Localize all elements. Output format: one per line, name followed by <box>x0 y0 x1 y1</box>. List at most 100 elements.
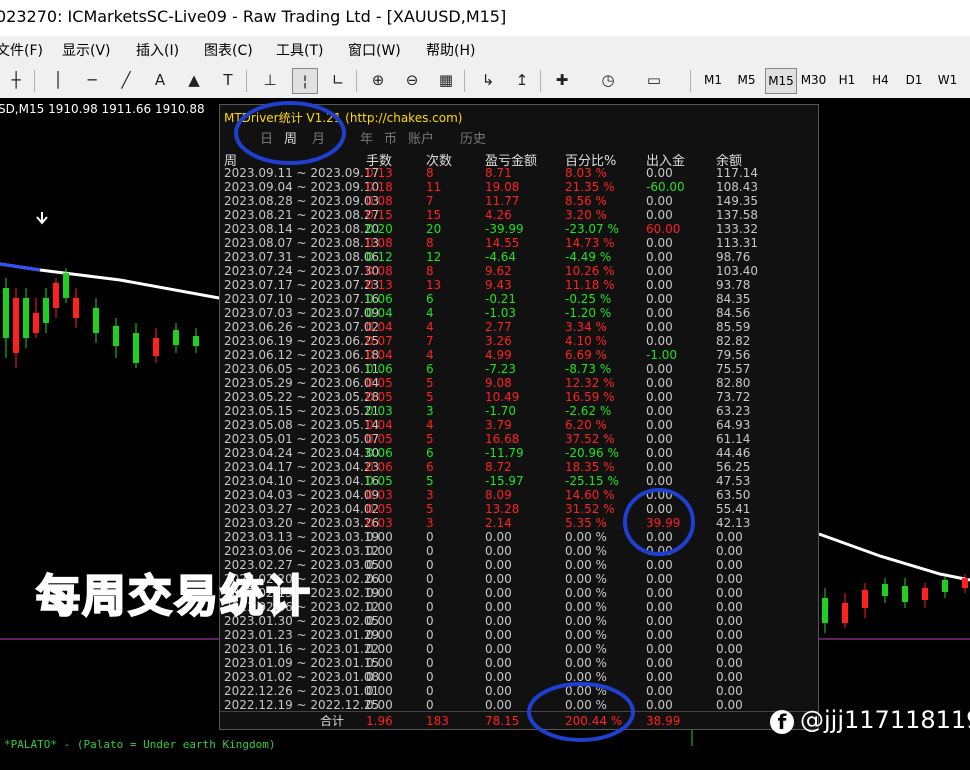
menu-item[interactable]: 工具(T) <box>276 40 323 60</box>
cell-pct: 0.00 % <box>565 530 607 544</box>
cell-trades: 5 <box>426 376 434 390</box>
cell-io: 0.00 <box>646 586 673 600</box>
menu-item[interactable]: 显示(V) <box>62 40 111 60</box>
cell-pct: 10.26 % <box>565 264 615 278</box>
templates-icon[interactable]: ▭ <box>642 68 666 92</box>
cell-trades: 8 <box>426 264 434 278</box>
zoom-out-icon[interactable]: ⊖ <box>400 68 424 92</box>
menu-bar: 文件(F) 显示(V) 插入(I) 图表(C) 工具(T) 窗口(W) 帮助(H) <box>0 36 970 62</box>
table-row: 2023.03.27 ~ 2023.04.02 0.05 5 13.28 31.52 %… <box>220 502 818 516</box>
timeframe-button-h4[interactable]: H4 <box>866 68 896 92</box>
cell-pct: 0.00 % <box>565 684 607 698</box>
tile-windows-icon[interactable]: ▦ <box>434 68 458 92</box>
timeframe-button-m15[interactable]: M15 <box>765 68 797 94</box>
cell-trades: 0 <box>426 558 434 572</box>
cell-io: 0.00 <box>646 488 673 502</box>
indicators-icon[interactable]: ✚ <box>550 68 574 92</box>
toolbar: ┼ │ ─ ╱ A ▲ T ⊥ ¦ ∟ ⊕ ⊖ ▦ ↳ ↥ ✚ ◷ ▭ M1 M5… <box>0 62 970 99</box>
cell-week: 2023.05.01 ~ 2023.05.07 <box>224 432 380 446</box>
table-row: 2023.07.10 ~ 2023.07.16 0.06 6 -0.21 -0.25 %… <box>220 292 818 306</box>
cell-trades: 8 <box>426 236 434 250</box>
timeframe-button-m5[interactable]: M5 <box>732 68 762 92</box>
table-row: 2023.01.09 ~ 2023.01.15 0.00 0 0.00 0.00 % 0.… <box>220 656 818 670</box>
panel-tab[interactable]: 年 <box>360 128 373 147</box>
cell-week: 2023.07.24 ~ 2023.07.30 <box>224 264 380 278</box>
timeframe-button-d1[interactable]: D1 <box>899 68 929 92</box>
cell-io: 0.00 <box>646 376 673 390</box>
cell-week: 2022.12.26 ~ 2023.01.01 <box>224 684 380 698</box>
panel-tab[interactable]: 历史 <box>460 128 486 147</box>
menu-item[interactable]: 帮助(H) <box>426 40 475 60</box>
menu-item[interactable]: 文件(F) <box>0 40 43 60</box>
menu-item[interactable]: 图表(C) <box>204 40 253 60</box>
cell-trades: 0 <box>426 586 434 600</box>
panel-tab[interactable]: 日 <box>260 128 273 147</box>
cell-trades: 0 <box>426 572 434 586</box>
cell-pnl: 0.00 <box>485 670 512 684</box>
cell-trades: 0 <box>426 656 434 670</box>
cell-week: 2023.04.17 ~ 2023.04.23 <box>224 460 380 474</box>
zoom-in-icon[interactable]: ⊕ <box>366 68 390 92</box>
table-row: 2023.05.29 ~ 2023.06.04 0.05 5 9.08 12.32 % 0… <box>220 376 818 390</box>
autoscroll-icon[interactable]: ↳ <box>476 68 500 92</box>
timeframe-button-m30[interactable]: M30 <box>799 68 829 92</box>
cell-pnl: 2.14 <box>485 516 512 530</box>
cell-io: 0.00 <box>646 320 673 334</box>
total-pct: 200.44 % <box>565 714 623 728</box>
cell-lots: 0.13 <box>366 278 393 292</box>
cell-week: 2023.08.07 ~ 2023.08.13 <box>224 236 380 250</box>
panel-tab[interactable]: 月 <box>312 128 325 147</box>
cell-io: 0.00 <box>646 600 673 614</box>
cell-pnl: -15.97 <box>485 474 524 488</box>
cell-io: 0.00 <box>646 446 673 460</box>
cell-balance: 0.00 <box>716 656 743 670</box>
trendline-icon[interactable]: ╱ <box>114 68 138 92</box>
cell-balance: 0.00 <box>716 586 743 600</box>
text-tool-icon[interactable]: A <box>148 68 172 92</box>
cell-io: 0.00 <box>646 236 673 250</box>
cell-trades: 4 <box>426 418 434 432</box>
cell-trades: 6 <box>426 460 434 474</box>
cell-pnl: -11.79 <box>485 446 524 460</box>
cell-trades: 0 <box>426 614 434 628</box>
menu-item[interactable]: 窗口(W) <box>348 40 401 60</box>
line-chart-icon[interactable]: ∟ <box>326 68 350 92</box>
crosshair-tool-icon[interactable]: ┼ <box>4 68 28 92</box>
panel-tab[interactable]: 周 <box>284 128 297 147</box>
chart-shift-icon[interactable]: ↥ <box>510 68 534 92</box>
table-row: 2023.07.31 ~ 2023.08.06 0.12 12 -4.64 -4.49 … <box>220 250 818 264</box>
cell-trades: 0 <box>426 684 434 698</box>
cell-pct: 3.34 % <box>565 320 607 334</box>
periods-clock-icon[interactable]: ◷ <box>596 68 620 92</box>
timeframe-button-h1[interactable]: H1 <box>832 68 862 92</box>
cell-week: 2023.09.04 ~ 2023.09.10 <box>224 180 380 194</box>
cell-io: 60.00 <box>646 222 681 236</box>
text-label-icon[interactable]: T <box>216 68 240 92</box>
table-row: 2023.04.03 ~ 2023.04.09 0.03 3 8.09 14.60 % 0… <box>220 488 818 502</box>
timeframe-button-w1[interactable]: W1 <box>933 68 963 92</box>
cell-trades: 0 <box>426 698 434 712</box>
cell-week: 2023.03.13 ~ 2023.03.19 <box>224 530 380 544</box>
candle-chart-icon[interactable]: ¦ <box>292 68 318 94</box>
timeframe-button-m1[interactable]: M1 <box>698 68 728 92</box>
cell-lots: 0.08 <box>366 194 393 208</box>
cell-lots: 0.00 <box>366 670 393 684</box>
cell-pnl: 0.00 <box>485 572 512 586</box>
cell-io: 39.99 <box>646 516 681 530</box>
menu-item[interactable]: 插入(I) <box>136 40 179 60</box>
panel-tab[interactable]: 币 <box>384 128 397 147</box>
cell-pct: 0.00 % <box>565 642 607 656</box>
window-titlebar: 023270: ICMarketsSC-Live09 - Raw Trading… <box>0 0 970 36</box>
panel-tab[interactable]: 账户 <box>408 128 434 147</box>
cell-week: 2023.08.21 ~ 2023.08.27 <box>224 208 380 222</box>
cell-balance: 149.35 <box>716 194 758 208</box>
vertical-line-icon[interactable]: │ <box>46 68 70 92</box>
table-row: 2023.06.26 ~ 2023.07.02 0.04 4 2.77 3.34 % 0.… <box>220 320 818 334</box>
bar-chart-icon[interactable]: ⊥ <box>258 68 282 92</box>
triangle-tool-icon[interactable]: ▲ <box>182 68 206 92</box>
cell-balance: 44.46 <box>716 446 751 460</box>
cell-pnl: 0.00 <box>485 544 512 558</box>
cell-lots: 0.03 <box>366 404 393 418</box>
horizontal-line-icon[interactable]: ─ <box>80 68 104 92</box>
cell-pct: 8.03 % <box>565 166 607 180</box>
